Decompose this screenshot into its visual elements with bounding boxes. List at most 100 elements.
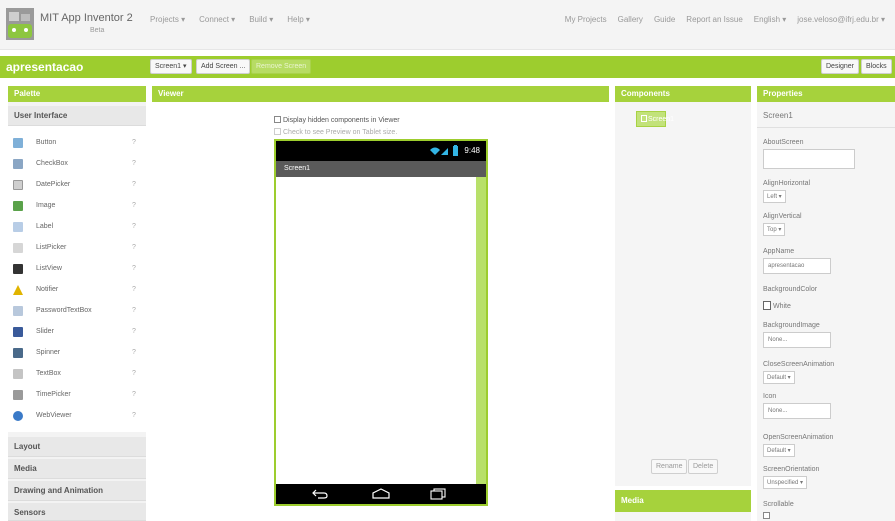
help-icon[interactable]: ?: [132, 349, 136, 356]
close-screen-animation-select[interactable]: Default ▾: [763, 371, 795, 384]
palette-item-label: Notifier: [36, 286, 59, 293]
phone-preview[interactable]: 9:48 Screen1: [274, 139, 488, 506]
help-icon[interactable]: ?: [132, 265, 136, 272]
palette-item-slider[interactable]: Slider ?: [8, 322, 146, 343]
project-name: apresentacao: [6, 60, 84, 74]
properties-divider: [757, 127, 895, 128]
prop-scrollable-label: Scrollable: [763, 501, 794, 508]
notifier-icon: [13, 285, 23, 295]
palette-item-textbox[interactable]: TextBox ?: [8, 364, 146, 385]
palette-section-sensors[interactable]: Sensors: [8, 503, 146, 521]
help-icon[interactable]: ?: [132, 244, 136, 251]
add-screen-button[interactable]: Add Screen ...: [196, 59, 251, 74]
properties-component-name: Screen1: [763, 111, 793, 120]
user-account-dropdown[interactable]: jose.veloso@ifrj.edu.br ▾: [797, 15, 885, 24]
button-icon: [13, 138, 23, 148]
tablet-preview-checkbox[interactable]: Check to see Preview on Tablet size.: [274, 128, 397, 136]
project-toolbar: apresentacao Screen1 ▾ Add Screen ... Re…: [0, 56, 895, 78]
checkbox-square-icon: [274, 116, 281, 123]
palette-item-label: PasswordTextBox: [36, 307, 92, 314]
align-vertical-select[interactable]: Top ▾: [763, 223, 786, 236]
timepicker-icon: [13, 390, 23, 400]
align-horizontal-select[interactable]: Left ▾: [763, 190, 786, 203]
palette-section-layout[interactable]: Layout: [8, 437, 146, 457]
help-icon[interactable]: ?: [132, 181, 136, 188]
palette-item-spinner[interactable]: Spinner ?: [8, 343, 146, 364]
component-tree-screen1[interactable]: Screen1: [636, 111, 674, 127]
background-color-picker[interactable]: White: [763, 301, 791, 310]
checkbox-icon: [13, 159, 23, 169]
menu-connect[interactable]: Connect ▾: [199, 15, 235, 24]
palette-section-user-interface[interactable]: User Interface: [8, 106, 146, 126]
palette-section-media[interactable]: Media: [8, 459, 146, 479]
image-icon: [13, 201, 23, 211]
palette-item-image[interactable]: Image ?: [8, 196, 146, 217]
palette-item-webviewer[interactable]: WebViewer ?: [8, 406, 146, 427]
palette-item-label: TimePicker: [36, 391, 71, 398]
scrollable-checkbox[interactable]: [763, 512, 770, 519]
account-menu: My Projects Gallery Guide Report an Issu…: [565, 15, 885, 24]
palette-item-button[interactable]: Button ?: [8, 133, 146, 154]
remove-screen-button[interactable]: Remove Screen: [251, 59, 312, 74]
rename-button[interactable]: Rename: [651, 459, 688, 474]
language-dropdown[interactable]: English ▾: [754, 15, 786, 24]
link-gallery[interactable]: Gallery: [618, 15, 643, 24]
phone-screen-canvas[interactable]: [276, 177, 476, 484]
components-header: Components: [615, 86, 751, 102]
about-screen-textarea[interactable]: [763, 149, 855, 169]
palette-section-drawing-animation[interactable]: Drawing and Animation: [8, 481, 146, 501]
help-icon[interactable]: ?: [132, 202, 136, 209]
help-icon[interactable]: ?: [132, 286, 136, 293]
palette-item-checkbox[interactable]: CheckBox ?: [8, 154, 146, 175]
palette-item-listview[interactable]: ListView ?: [8, 259, 146, 280]
prop-open-screen-animation-label: OpenScreenAnimation: [763, 434, 834, 441]
designer-button[interactable]: Designer: [821, 59, 860, 74]
help-icon[interactable]: ?: [132, 160, 136, 167]
palette-item-label: TextBox: [36, 370, 61, 377]
link-my-projects[interactable]: My Projects: [565, 15, 607, 24]
help-icon[interactable]: ?: [132, 328, 136, 335]
help-icon[interactable]: ?: [132, 391, 136, 398]
help-icon[interactable]: ?: [132, 307, 136, 314]
palette-item-label[interactable]: Label ?: [8, 217, 146, 238]
link-report-issue[interactable]: Report an Issue: [686, 15, 742, 24]
blocks-button[interactable]: Blocks: [861, 59, 892, 74]
phone-scrollbar[interactable]: [476, 177, 486, 484]
help-icon[interactable]: ?: [132, 223, 136, 230]
webviewer-icon: [13, 411, 23, 421]
menu-help[interactable]: Help ▾: [287, 15, 310, 24]
palette-item-passwordtextbox[interactable]: PasswordTextBox ?: [8, 301, 146, 322]
display-hidden-checkbox[interactable]: Display hidden components in Viewer: [274, 116, 400, 124]
listview-icon: [13, 264, 23, 274]
palette-item-label: Label: [36, 223, 54, 230]
background-color-value: White: [773, 303, 791, 310]
help-icon[interactable]: ?: [132, 412, 136, 419]
recent-apps-icon: [430, 488, 446, 500]
help-icon[interactable]: ?: [132, 139, 136, 146]
palette-item-label: CheckBox: [36, 160, 68, 167]
palette-item-notifier[interactable]: Notifier ?: [8, 280, 146, 301]
properties-header: Properties: [757, 86, 895, 102]
help-icon[interactable]: ?: [132, 370, 136, 377]
palette-item-label: Slider: [36, 328, 54, 335]
menu-build[interactable]: Build ▾: [249, 15, 273, 24]
palette-item-datepicker[interactable]: DatePicker ?: [8, 175, 146, 196]
palette-item-listpicker[interactable]: ListPicker ?: [8, 238, 146, 259]
delete-button[interactable]: Delete: [688, 459, 719, 474]
prop-icon-label: Icon: [763, 393, 777, 400]
menu-projects[interactable]: Projects ▾: [150, 15, 185, 24]
app-name-input[interactable]: apresentacao: [763, 258, 831, 274]
link-guide[interactable]: Guide: [654, 15, 675, 24]
palette-item-timepicker[interactable]: TimePicker ?: [8, 385, 146, 406]
prop-align-vertical-label: AlignVertical: [763, 213, 802, 220]
app-inventor-logo-icon[interactable]: [6, 8, 34, 40]
home-icon: [372, 488, 390, 499]
battery-icon: [453, 145, 458, 156]
background-image-picker[interactable]: None...: [763, 332, 831, 348]
top-bar: MIT App Inventor 2 Beta Projects ▾ Conne…: [0, 0, 895, 50]
screen-select-button[interactable]: Screen1 ▾: [150, 59, 192, 74]
icon-picker[interactable]: None...: [763, 403, 831, 419]
password-textbox-icon: [13, 306, 23, 316]
open-screen-animation-select[interactable]: Default ▾: [763, 444, 795, 457]
screen-orientation-select[interactable]: Unspecified ▾: [763, 476, 808, 489]
